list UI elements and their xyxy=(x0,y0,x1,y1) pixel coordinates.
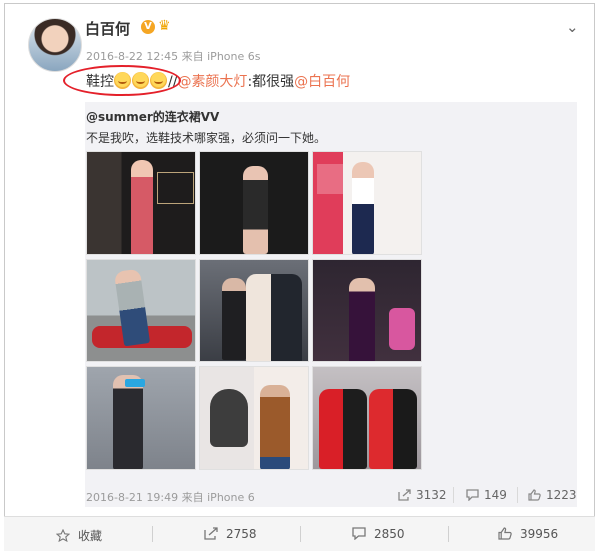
post-text-middle: :都很强 xyxy=(247,74,295,90)
photo-thumbnail[interactable] xyxy=(86,259,196,362)
action-bar: 收藏 2758 2850 39956 xyxy=(4,516,595,551)
repost-button[interactable]: 2758 xyxy=(204,527,257,541)
comment-button[interactable]: 2850 xyxy=(352,527,405,541)
post-username[interactable]: 白百何 xyxy=(85,18,130,39)
crown-icon: ♛ xyxy=(158,18,171,34)
comment-count: 2850 xyxy=(374,527,405,541)
original-timestamp[interactable]: 2016-8-21 19:49 xyxy=(86,491,178,504)
thumb-up-icon xyxy=(528,489,541,501)
share-icon xyxy=(398,489,411,501)
photo-grid xyxy=(86,151,488,484)
comment-icon xyxy=(466,489,479,501)
divider xyxy=(453,487,454,503)
vip-badge-icon: V xyxy=(141,20,155,34)
photo-thumbnail[interactable] xyxy=(86,151,196,255)
original-text: 不是我吹，选鞋技术哪家强，必须问一下她。 xyxy=(86,131,327,145)
post-timestamp[interactable]: 2016-8-22 12:45 xyxy=(86,50,178,63)
original-like-button[interactable]: 1223 xyxy=(528,488,577,502)
original-source-device[interactable]: iPhone 6 xyxy=(207,491,255,504)
original-like-count: 1223 xyxy=(546,488,577,502)
mention-link[interactable]: @素颜大灯 xyxy=(177,74,247,90)
divider xyxy=(448,526,449,542)
original-repost-count: 3132 xyxy=(416,488,447,502)
photo-thumbnail[interactable] xyxy=(199,151,309,255)
chevron-down-icon[interactable]: ⌄ xyxy=(566,18,579,36)
favorite-button[interactable]: 收藏 xyxy=(56,527,102,544)
avatar[interactable] xyxy=(28,18,82,72)
post-source-device[interactable]: iPhone 6s xyxy=(207,50,260,63)
photo-thumbnail[interactable] xyxy=(86,366,196,470)
share-icon xyxy=(204,527,218,540)
star-icon xyxy=(56,529,70,542)
like-count: 39956 xyxy=(520,527,559,541)
photo-thumbnail[interactable] xyxy=(312,259,422,362)
photo-thumbnail[interactable] xyxy=(199,366,309,470)
repost-count: 2758 xyxy=(226,527,257,541)
divider xyxy=(517,487,518,503)
favorite-label: 收藏 xyxy=(78,529,103,543)
divider xyxy=(300,526,301,542)
original-comment-count: 149 xyxy=(484,488,507,502)
original-author[interactable]: @summer的连衣裙VV xyxy=(86,108,219,125)
post-source-prefix: 来自 xyxy=(181,50,204,63)
photo-thumbnail[interactable] xyxy=(312,366,422,470)
highlight-oval xyxy=(63,65,181,96)
original-repost-button[interactable]: 3132 xyxy=(398,488,447,502)
photo-thumbnail[interactable] xyxy=(199,259,309,362)
like-button[interactable]: 39956 xyxy=(498,527,558,541)
thumb-up-icon xyxy=(498,527,512,540)
original-meta: 2016-8-21 19:49 来自 iPhone 6 xyxy=(86,489,255,505)
divider xyxy=(152,526,153,542)
original-source-prefix: 来自 xyxy=(181,491,204,504)
original-comment-button[interactable]: 149 xyxy=(466,488,507,502)
post-meta: 2016-8-22 12:45 来自 iPhone 6s xyxy=(86,48,260,64)
photo-thumbnail[interactable] xyxy=(312,151,422,255)
mention-link[interactable]: @白百何 xyxy=(294,74,350,90)
comment-icon xyxy=(352,527,366,540)
